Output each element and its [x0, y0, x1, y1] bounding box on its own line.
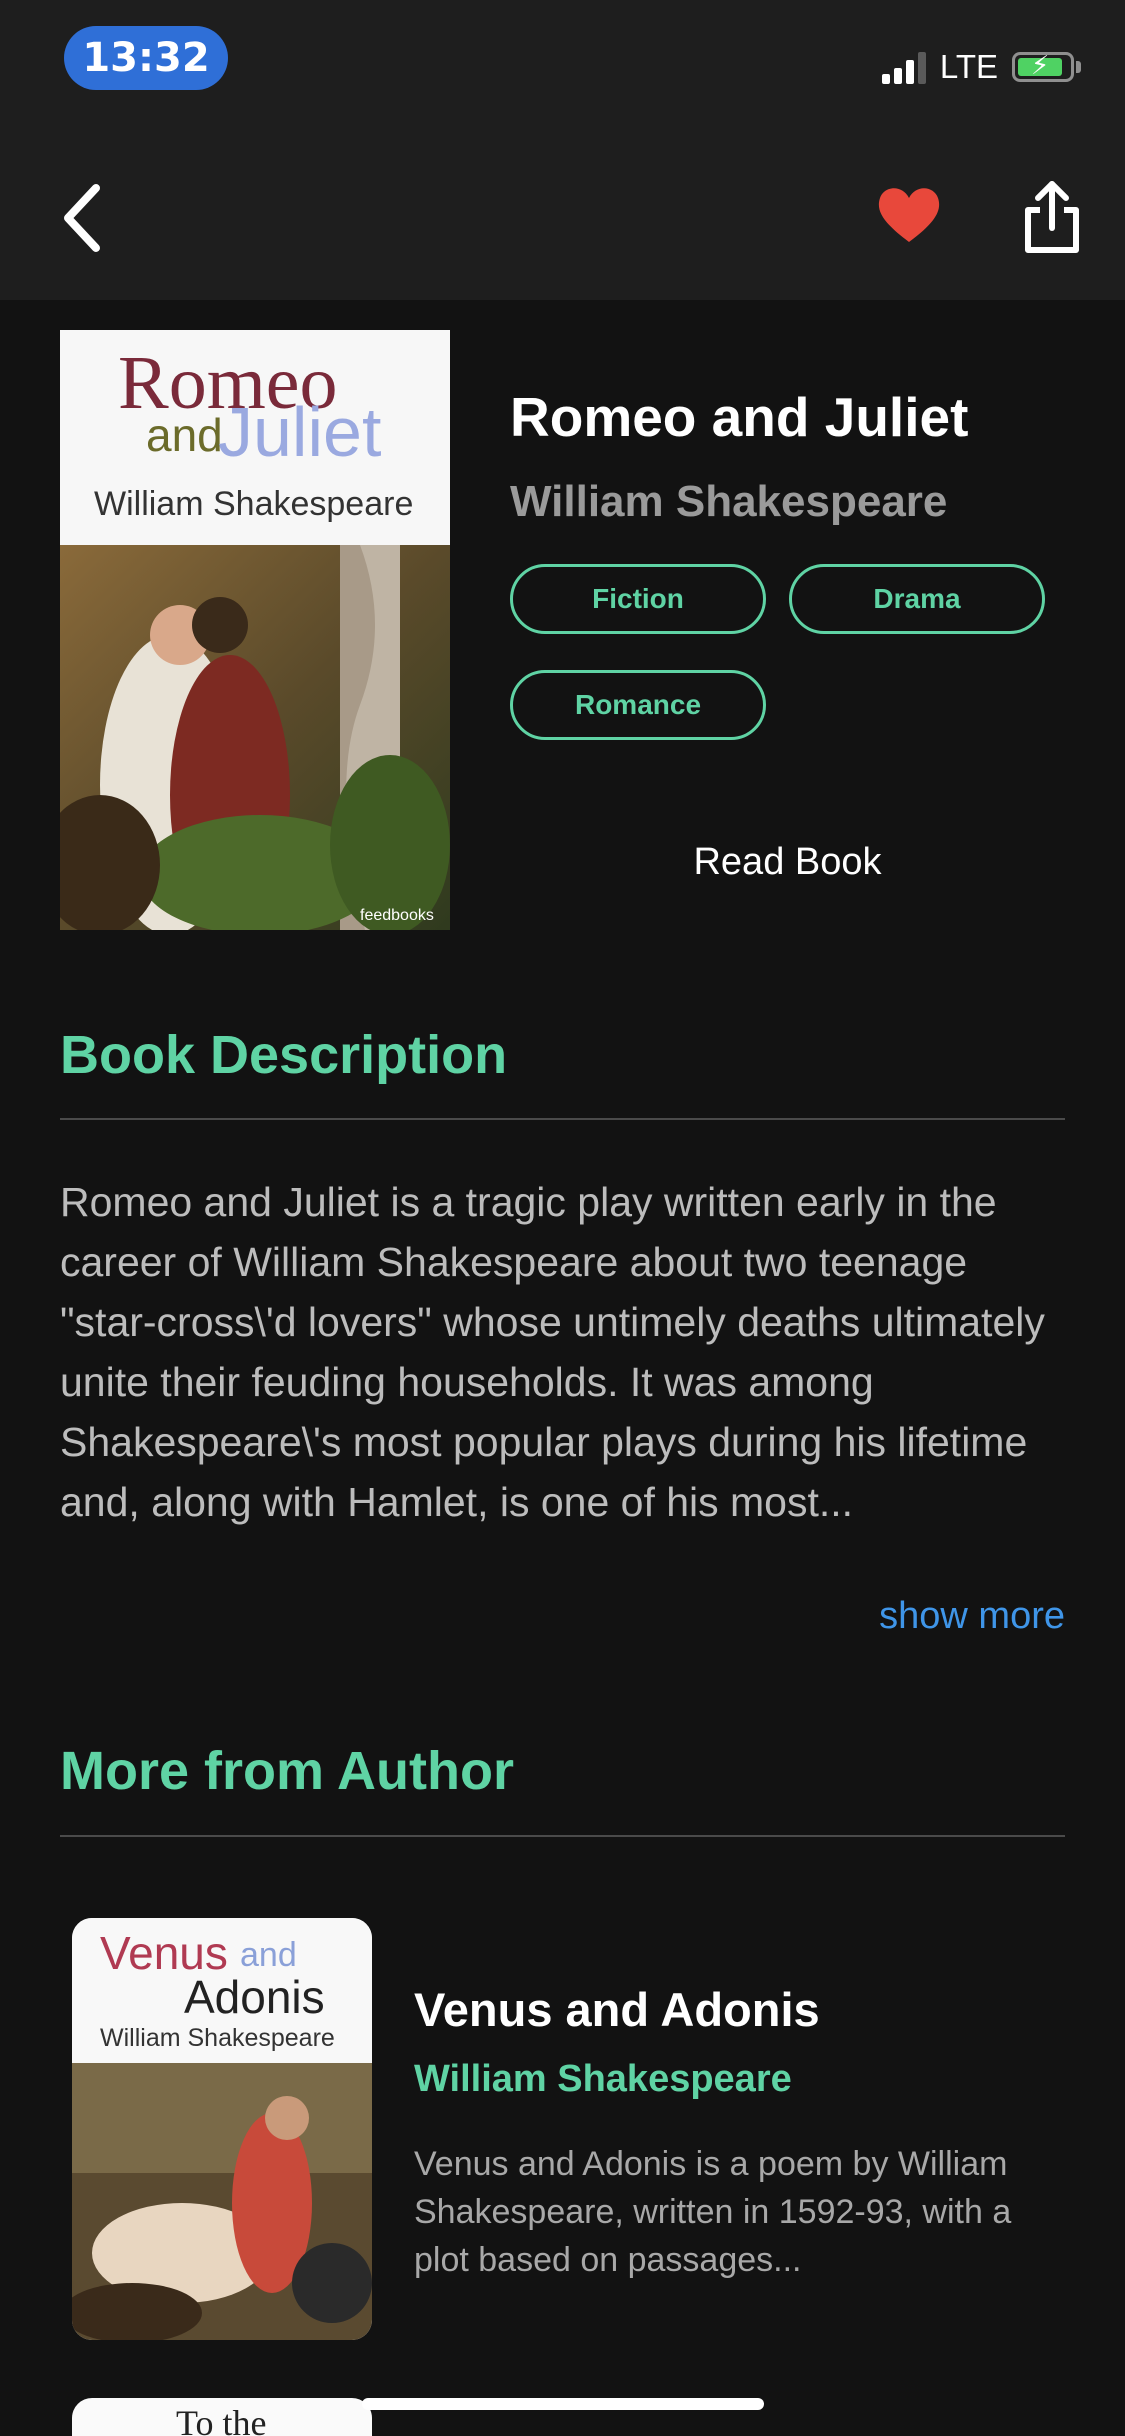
cover-author: William Shakespeare: [94, 485, 414, 523]
cover-painting-image: feedbooks: [60, 545, 450, 930]
book-title: Romeo and Juliet: [510, 386, 969, 448]
show-more-link[interactable]: show more: [879, 1595, 1065, 1638]
chevron-left-icon: [64, 184, 100, 252]
description-divider: [60, 1118, 1065, 1120]
status-time[interactable]: 13:32: [64, 26, 228, 90]
tag-romance[interactable]: Romance: [510, 670, 766, 740]
status-indicators: LTE ⚡: [881, 44, 1081, 90]
related-book-cover[interactable]: Venus and Adonis William Shakespeare: [72, 1918, 372, 2340]
related-book-title[interactable]: Venus and Adonis: [414, 1982, 820, 2037]
tag-fiction[interactable]: Fiction: [510, 564, 766, 634]
heart-icon: [878, 188, 940, 242]
book-cover-title-area: Romeo and Juliet William Shakespeare: [60, 330, 450, 545]
top-bar: 13:32 LTE ⚡: [0, 0, 1125, 300]
favorite-button[interactable]: [874, 180, 944, 250]
home-indicator[interactable]: [362, 2398, 764, 2410]
more-from-author-heading: More from Author: [60, 1741, 514, 1801]
next-related-cover-title: To the: [176, 2403, 267, 2436]
share-icon: [1025, 181, 1079, 253]
related-book-description: Venus and Adonis is a poem by William Sh…: [414, 2145, 1012, 2279]
battery-icon: ⚡: [1012, 51, 1074, 82]
cover-title-line2: Juliet: [218, 393, 382, 471]
network-type: LTE: [939, 48, 998, 85]
read-book-button[interactable]: Read Book: [600, 832, 975, 892]
related-cover-line2: Adonis: [184, 1971, 325, 2023]
more-from-author-divider: [60, 1835, 1065, 1837]
description-heading: Book Description: [60, 1025, 508, 1085]
tag-drama[interactable]: Drama: [789, 564, 1045, 634]
book-cover[interactable]: Romeo and Juliet William Shakespeare fee…: [60, 330, 450, 930]
cover-publisher-mark: feedbooks: [360, 907, 434, 924]
share-button[interactable]: [1020, 178, 1084, 256]
related-cover-title-area: Venus and Adonis William Shakespeare: [72, 1918, 372, 2063]
back-button[interactable]: [56, 178, 116, 258]
next-related-book-cover[interactable]: To the: [72, 2398, 372, 2436]
cover-title-and: and: [146, 409, 223, 461]
book-detail-screen: 13:32 LTE ⚡ Romeo and Juliet William Sha…: [0, 0, 1125, 2436]
related-book-author[interactable]: William Shakespeare: [414, 2058, 792, 2101]
related-cover-painting-image: [72, 2063, 372, 2340]
book-author[interactable]: William Shakespeare: [510, 477, 947, 527]
description-text: Romeo and Juliet is a tragic play writte…: [60, 1179, 1045, 1525]
related-cover-author: William Shakespeare: [100, 2024, 335, 2052]
cellular-signal-icon: [881, 50, 926, 84]
